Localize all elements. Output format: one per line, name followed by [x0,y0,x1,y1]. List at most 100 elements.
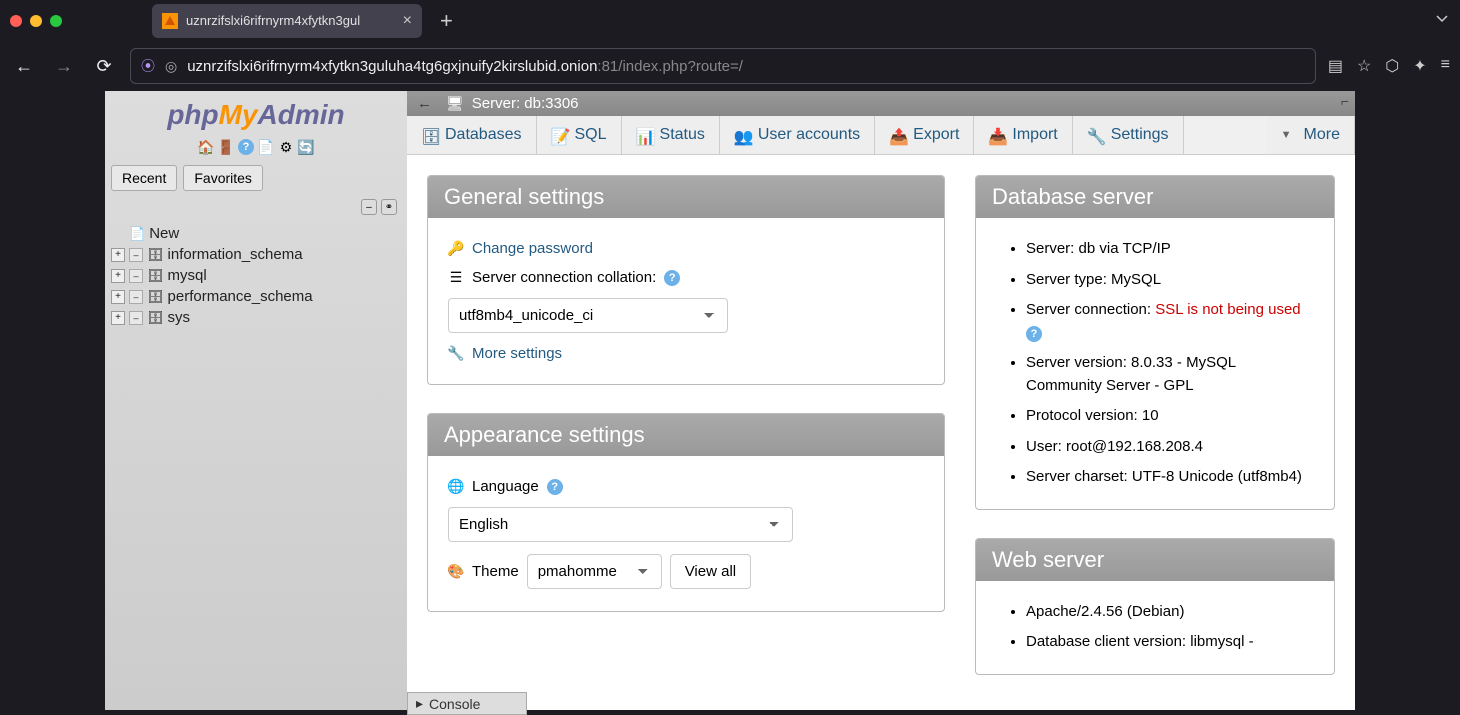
language-select[interactable]: English [448,507,793,542]
shield-icon[interactable]: ⬡ [1385,56,1399,76]
tree-link-icon: – [129,248,143,262]
expand-icon[interactable]: + [111,248,125,262]
password-icon: 🔑 [448,241,464,257]
recent-button[interactable]: Recent [111,165,177,191]
database-icon: 🗄 [147,289,164,305]
tab-more[interactable]: ▼More [1267,116,1355,154]
info-user: User: root@192.168.208.4 [1026,432,1314,463]
gear-icon[interactable]: ⚙ [278,139,294,155]
reader-mode-icon[interactable]: ▤ [1328,56,1343,76]
home-icon[interactable]: 🏠 [198,139,214,155]
tab-databases[interactable]: 🗄Databases [407,116,537,154]
help-icon[interactable]: ? [1026,326,1042,342]
info-server: Server: db via TCP/IP [1026,234,1314,265]
logo[interactable]: phpMyAdmin [105,91,407,135]
server-breadcrumb: ← 🖥 Server: db:3306 ⌐ [407,91,1355,116]
sql-icon: 📝 [551,127,567,143]
db-item-information-schema[interactable]: + – 🗄 information_schema [111,244,401,265]
info-version: Server version: 8.0.33 - MySQL Community… [1026,348,1314,401]
forward-button[interactable]: → [50,56,78,77]
collation-icon: ☰ [448,270,464,286]
db-item-performance-schema[interactable]: + – 🗄 performance_schema [111,286,401,307]
sidebar: phpMyAdmin 🏠 🚪 ? 📄 ⚙ 🔄 Recent Favorites … [105,91,407,710]
collation-label: Server connection collation: [472,269,656,286]
help-icon[interactable]: ? [664,270,680,286]
tabs-dropdown-button[interactable] [1434,10,1450,31]
ssl-warning: SSL is not being used [1155,301,1300,318]
more-settings-link[interactable]: More settings [472,345,562,362]
view-all-themes-button[interactable]: View all [670,554,751,589]
minimize-window-button[interactable] [30,15,42,27]
extension-icon[interactable]: ⦿ [141,56,155,76]
tab-import[interactable]: 📥Import [974,116,1072,154]
recent-favorites: Recent Favorites [105,163,407,193]
server-icon: 🖥 [446,95,464,112]
address-bar[interactable]: ⦿ ◎ uznrzifslxi6rifrnyrm4xfytkn3guluha4t… [130,48,1316,84]
menu-icon[interactable]: ≡ [1441,56,1450,76]
export-icon: 📤 [889,127,905,143]
tab-title: uznrzifslxi6rifrnyrm4xfytkn3gul [186,13,395,28]
tab-status[interactable]: 📊Status [622,116,720,154]
tab-sql[interactable]: 📝SQL [537,116,622,154]
nav-bar: ← → ⟳ ⦿ ◎ uznrzifslxi6rifrnyrm4xfytkn3gu… [0,41,1460,91]
new-tab-button[interactable]: + [440,8,453,34]
settings-page-icon[interactable]: 📄 [258,139,274,155]
database-icon: 🗄 [147,310,164,326]
bookmark-icon[interactable]: ☆ [1357,56,1371,76]
db-item-mysql[interactable]: + – 🗄 mysql [111,265,401,286]
window-controls [10,15,62,27]
expand-icon[interactable]: + [111,290,125,304]
link-tree-button[interactable]: ⚭ [381,199,397,215]
tree-link-icon: – [129,311,143,325]
logout-icon[interactable]: 🚪 [218,139,234,155]
db-tree: 📄 New + – 🗄 information_schema + – 🗄 mys… [105,221,407,330]
browser-tab[interactable]: uznrzifslxi6rifrnyrm4xfytkn3gul × [152,4,422,38]
tab-user-accounts[interactable]: 👥User accounts [720,116,875,154]
databases-icon: 🗄 [421,127,437,143]
close-window-button[interactable] [10,15,22,27]
users-icon: 👥 [734,127,750,143]
main-panel: ← 🖥 Server: db:3306 ⌐ 🗄Databases 📝SQL 📊S… [407,91,1355,710]
import-icon: 📥 [988,127,1004,143]
new-db-item[interactable]: 📄 New [111,223,401,244]
gutter-left [0,91,105,710]
new-db-icon: 📄 [129,226,145,242]
breadcrumb-back-button[interactable]: ← [417,95,438,112]
language-label: Language [472,478,539,495]
database-server-panel: Database server Server: db via TCP/IP Se… [975,175,1335,510]
tab-export[interactable]: 📤Export [875,116,974,154]
db-item-sys[interactable]: + – 🗄 sys [111,307,401,328]
reload-button[interactable]: ⟳ [90,56,118,77]
docs-icon[interactable]: ? [238,139,254,155]
info-type: Server type: MySQL [1026,265,1314,296]
info-connection: Server connection: SSL is not being used… [1026,295,1314,348]
theme-label: Theme [472,563,519,580]
wrench-icon: 🔧 [448,346,464,362]
status-icon: 📊 [636,127,652,143]
reload-nav-icon[interactable]: 🔄 [298,139,314,155]
chevron-down-icon: ▼ [1281,129,1292,141]
hide-panel-button[interactable]: ⌐ [1341,93,1349,109]
theme-select[interactable]: pmahomme [527,554,662,589]
back-button[interactable]: ← [10,56,38,77]
sparkle-icon[interactable]: ✦ [1413,56,1426,76]
url-text: uznrzifslxi6rifrnyrm4xfytkn3guluha4tg6gx… [187,58,1305,75]
collation-select[interactable]: utf8mb4_unicode_ci [448,298,728,333]
info-apache: Apache/2.4.56 (Debian) [1026,597,1314,628]
quick-icons: 🏠 🚪 ? 📄 ⚙ 🔄 [105,135,407,163]
favorites-button[interactable]: Favorites [183,165,263,191]
close-tab-button[interactable]: × [403,12,412,30]
console-toggle[interactable]: ▸ Console [407,692,527,715]
info-charset: Server charset: UTF-8 Unicode (utf8mb4) [1026,462,1314,493]
web-server-panel: Web server Apache/2.4.56 (Debian) Databa… [975,538,1335,675]
tab-settings[interactable]: 🔧Settings [1073,116,1184,154]
change-password-link[interactable]: Change password [472,240,593,257]
expand-icon[interactable]: + [111,269,125,283]
help-icon[interactable]: ? [547,479,563,495]
panel-title: Web server [976,539,1334,581]
expand-icon[interactable]: + [111,311,125,325]
database-icon: 🗄 [147,247,164,263]
tab-bar: uznrzifslxi6rifrnyrm4xfytkn3gul × + [0,0,1460,41]
collapse-all-button[interactable]: – [361,199,377,215]
maximize-window-button[interactable] [50,15,62,27]
